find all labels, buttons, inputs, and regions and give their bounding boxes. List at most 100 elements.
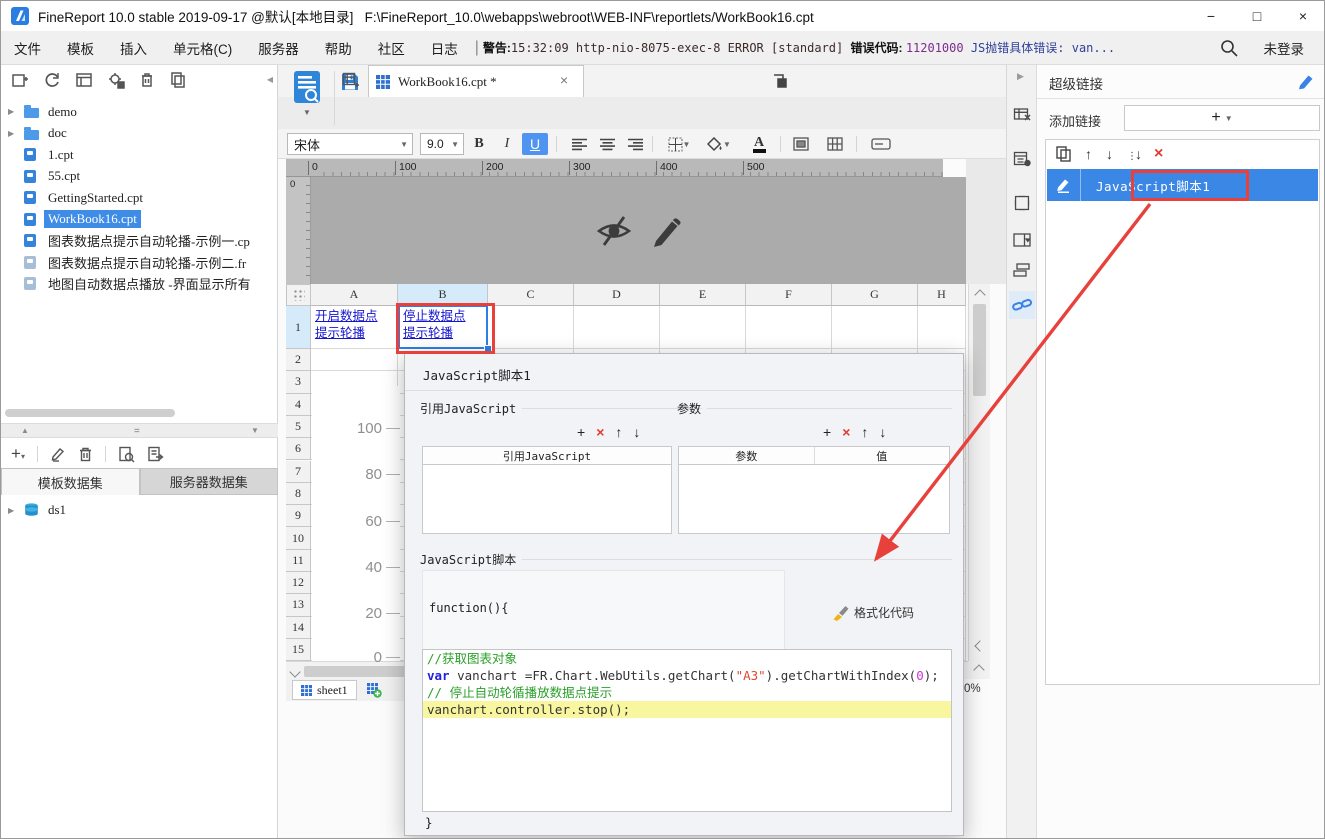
menu-item-文件[interactable]: 文件 <box>1 38 54 58</box>
cell-C1[interactable] <box>488 306 574 349</box>
menu-item-社区[interactable]: 社区 <box>365 38 418 58</box>
cell-element-tool[interactable] <box>1009 101 1035 129</box>
menu-item-帮助[interactable]: 帮助 <box>312 38 365 58</box>
row-header-15[interactable]: 15 <box>286 638 311 662</box>
row-header-6[interactable]: 6 <box>286 438 311 461</box>
row-header-12[interactable]: 12 <box>286 572 311 595</box>
preview-dataset-icon[interactable] <box>118 446 135 463</box>
splitter-up-icon[interactable]: ▲ <box>21 426 29 435</box>
tab-close-icon[interactable]: × <box>560 72 568 88</box>
code-line-3[interactable]: // 停止自动轮循播放数据点提示 <box>423 684 951 701</box>
add-sheet-icon[interactable] <box>366 682 382 698</box>
ref-move-up-icon[interactable]: ↑ <box>615 424 622 440</box>
expand-panel-icon[interactable]: ▶ <box>1017 71 1024 82</box>
menu-item-服务器[interactable]: 服务器 <box>245 38 312 58</box>
tree-item-doc[interactable]: ▶ doc <box>1 123 278 145</box>
cell-A2[interactable] <box>311 349 398 372</box>
splitter-down-icon[interactable]: ▼ <box>251 426 259 435</box>
dataset-row-ds1[interactable]: ▶ ds1 <box>1 499 278 521</box>
align-left-button[interactable] <box>566 133 592 155</box>
ref-move-down-icon[interactable]: ↓ <box>633 424 640 440</box>
code-line-4[interactable]: vanchart.controller.stop(); <box>423 701 951 718</box>
select-all-corner[interactable] <box>286 284 311 306</box>
new-report-icon[interactable] <box>11 71 29 89</box>
underline-button[interactable]: U <box>522 133 548 155</box>
sort-order-icon[interactable]: ⋮↓ <box>1127 146 1142 162</box>
font-color-button[interactable]: A <box>742 133 776 155</box>
collapse-panel-icon[interactable]: ◀ <box>267 75 273 84</box>
scroll-up-icon[interactable] <box>974 289 986 301</box>
dataset-tab-服务器数据集[interactable]: 服务器数据集 <box>139 468 278 495</box>
fill-color-button[interactable]: ▼ <box>702 133 736 155</box>
menu-item-模板[interactable]: 模板 <box>54 38 107 58</box>
row-header-2[interactable]: 2 <box>286 349 311 372</box>
column-header-D[interactable]: D <box>574 284 660 306</box>
param-plus-icon[interactable]: + <box>823 424 831 440</box>
document-tab[interactable]: WorkBook16.cpt * <box>368 65 584 97</box>
code-line-2[interactable]: var vanchart =FR.Chart.WebUtils.getChart… <box>423 667 951 684</box>
column-header-H[interactable]: H <box>918 284 966 306</box>
minimize-button[interactable]: − <box>1188 1 1234 31</box>
vertical-scrollbar[interactable] <box>968 284 990 661</box>
add-link-button[interactable]: + ▼ <box>1124 105 1320 131</box>
template-preview-button[interactable]: ▼ <box>288 70 326 128</box>
cell-E1[interactable] <box>660 306 746 349</box>
expand-arrow-icon[interactable]: ▶ <box>1 506 24 515</box>
row-header-3[interactable]: 3 <box>286 371 311 394</box>
font-family-select[interactable]: 宋体 ▼ <box>287 133 413 155</box>
row-header-13[interactable]: 13 <box>286 594 311 617</box>
tree-item-图表数据点提示自动轮播-示例二.fr[interactable]: 图表数据点提示自动轮播-示例二.fr <box>1 252 278 274</box>
border-button[interactable]: ▼ <box>662 133 696 155</box>
tree-item-WorkBook16.cpt[interactable]: WorkBook16.cpt <box>1 209 278 231</box>
row-header-9[interactable]: 9 <box>286 505 311 528</box>
italic-button[interactable]: I <box>494 133 520 155</box>
param-table[interactable]: 参数 值 <box>678 446 950 534</box>
cell-attribute-tool[interactable] <box>1009 145 1035 173</box>
hyperlink-item-selected[interactable]: JavaScript脚本1 <box>1047 169 1318 201</box>
copy-link-icon[interactable] <box>1056 146 1071 162</box>
row-header-11[interactable]: 11 <box>286 549 311 572</box>
menu-item-日志[interactable]: 日志 <box>418 38 471 58</box>
row-header-8[interactable]: 8 <box>286 482 311 506</box>
new-worksheet-icon[interactable] <box>342 72 359 89</box>
row-header-5[interactable]: 5 <box>286 415 311 439</box>
widget-button[interactable] <box>866 133 896 155</box>
edit-pencil-icon[interactable] <box>1298 73 1315 90</box>
sheet-tab[interactable]: sheet1 <box>292 680 357 700</box>
hyperlink-tool[interactable] <box>1009 291 1035 319</box>
float-element-tool[interactable] <box>1009 189 1035 217</box>
copy-file-icon[interactable] <box>169 71 187 89</box>
widget-settings-tool[interactable] <box>1009 226 1035 254</box>
merge-cells-button[interactable] <box>788 133 814 155</box>
menu-item-插入[interactable]: 插入 <box>107 38 160 58</box>
splitter-grip-icon[interactable]: = <box>134 426 140 437</box>
row-header-7[interactable]: 7 <box>286 460 311 483</box>
header-canvas[interactable] <box>311 177 966 284</box>
row-header-1[interactable]: 1 <box>286 306 311 349</box>
expand-arrow-icon[interactable]: ▶ <box>1 129 24 138</box>
param-delete-icon[interactable]: × <box>842 424 850 440</box>
column-header-E[interactable]: E <box>660 284 746 306</box>
ref-delete-icon[interactable]: × <box>596 424 604 440</box>
column-header-F[interactable]: F <box>746 284 832 306</box>
bold-button[interactable]: B <box>466 133 492 155</box>
unmerge-cells-button[interactable] <box>822 133 848 155</box>
move-down-icon[interactable]: ↓ <box>1106 146 1113 162</box>
condition-attribute-tool[interactable] <box>1009 256 1035 284</box>
font-size-select[interactable]: 9.0 ▼ <box>420 133 464 155</box>
cell-F1[interactable] <box>746 306 832 349</box>
column-header-B[interactable]: B <box>398 284 488 306</box>
tree-item-GettingStarted.cpt[interactable]: GettingStarted.cpt <box>1 187 278 209</box>
align-right-button[interactable] <box>622 133 648 155</box>
edit-dataset-icon[interactable] <box>50 446 66 462</box>
ref-plus-icon[interactable]: + <box>577 424 585 440</box>
delete-dataset-icon[interactable] <box>78 446 93 462</box>
scroll-left-icon[interactable] <box>289 666 301 678</box>
dataset-tab-模板数据集[interactable]: 模板数据集 <box>1 468 140 495</box>
tree-item-demo[interactable]: ▶ demo <box>1 101 278 123</box>
cell-G1[interactable] <box>832 306 918 349</box>
expand-arrow-icon[interactable]: ▶ <box>1 107 24 116</box>
row-header-10[interactable]: 10 <box>286 527 311 550</box>
param-move-up-icon[interactable]: ↑ <box>861 424 868 440</box>
preview-window-icon[interactable] <box>75 71 93 89</box>
